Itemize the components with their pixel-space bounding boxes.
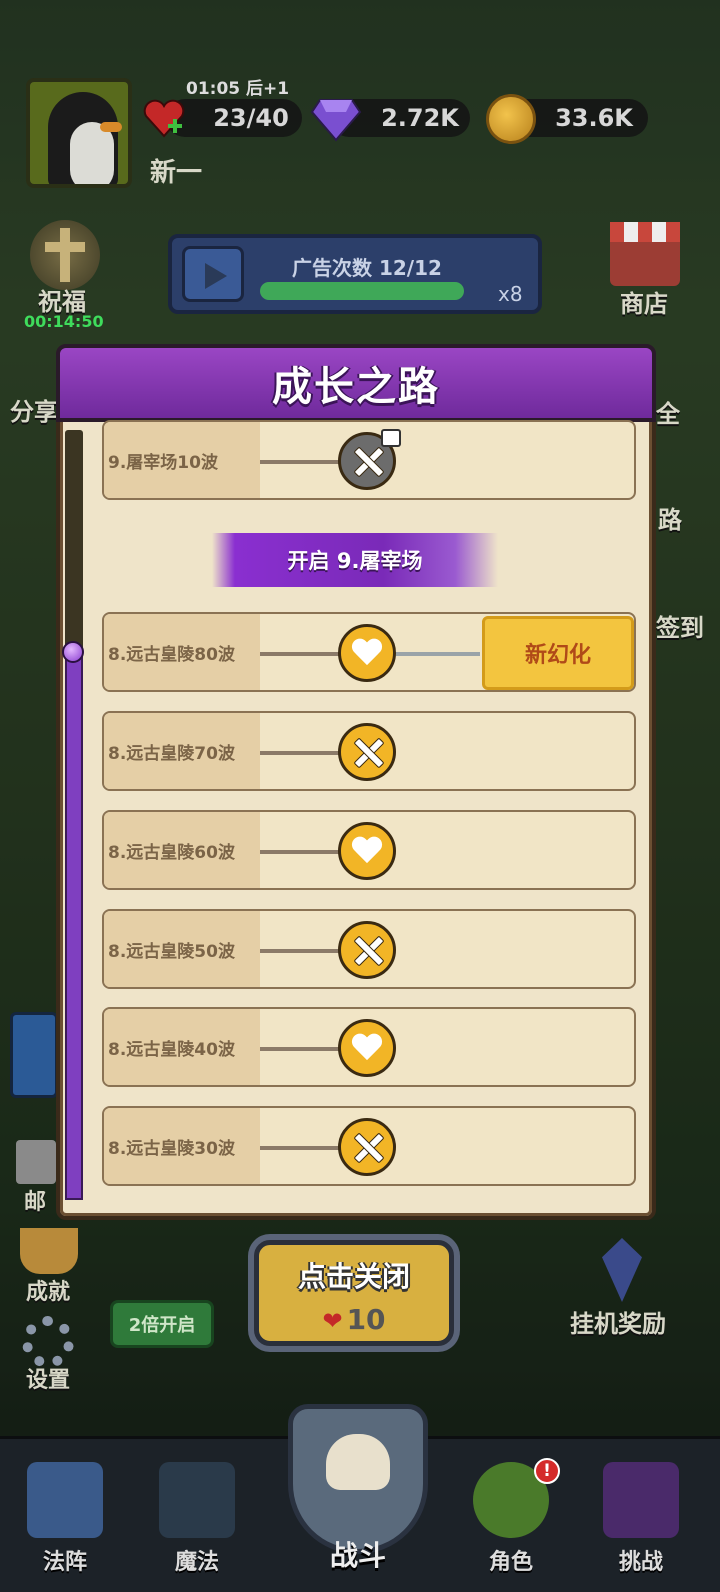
nav-challenge[interactable]: 挑战 bbox=[586, 1446, 696, 1586]
heart-icon: ❤ bbox=[322, 1307, 343, 1335]
shop-icon[interactable] bbox=[610, 222, 680, 286]
nav-formation-label: 法阵 bbox=[42, 1550, 87, 1575]
mail-icon[interactable] bbox=[16, 1140, 56, 1184]
settings-label: 设置 bbox=[26, 1368, 71, 1393]
nav-character-label: 角色 bbox=[488, 1550, 533, 1575]
blessing-timer: 00:14:50 bbox=[24, 312, 104, 331]
close-button[interactable]: 点击关闭 ❤ 10 bbox=[254, 1240, 454, 1346]
character-alert-badge: ! bbox=[534, 1458, 560, 1484]
nav-magic-label: 魔法 bbox=[174, 1550, 219, 1575]
row-label: 8.远古皇陵30波 bbox=[104, 1108, 260, 1184]
panel-title: 成长之路 bbox=[272, 364, 440, 410]
nav-formation[interactable]: 法阵 bbox=[10, 1446, 120, 1586]
road-label[interactable]: 路 bbox=[658, 500, 682, 535]
progress-row: 9.屠宰场10波 bbox=[102, 420, 636, 500]
row-label: 8.远古皇陵70波 bbox=[104, 713, 260, 789]
right-partial-label: 全 bbox=[656, 400, 680, 428]
close-button-cost: ❤ 10 bbox=[322, 1303, 386, 1336]
trophy-icon[interactable] bbox=[20, 1228, 78, 1274]
energy-timer: 01:05 后+1 bbox=[186, 79, 290, 99]
heart-reward-icon[interactable] bbox=[338, 1019, 396, 1077]
heart-reward-icon[interactable] bbox=[338, 624, 396, 682]
lock-icon bbox=[381, 429, 401, 447]
ad-progress-bar bbox=[260, 282, 464, 300]
swords-reward-icon[interactable] bbox=[338, 921, 396, 979]
progress-marker bbox=[62, 641, 84, 663]
progress-row: 8.远古皇陵50波 bbox=[102, 909, 636, 989]
gear-icon[interactable] bbox=[22, 1316, 74, 1368]
shop-label: 商店 bbox=[620, 290, 668, 318]
nav-magic[interactable]: 魔法 bbox=[142, 1446, 252, 1586]
swords-reward-icon[interactable] bbox=[338, 429, 401, 490]
progress-row: 8.远古皇陵60波 bbox=[102, 810, 636, 890]
progress-row: 8.远古皇陵40波 bbox=[102, 1007, 636, 1087]
ad-reward-bar[interactable]: 广告次数 12/12 x8 bbox=[168, 234, 542, 314]
ad-progress-fill bbox=[260, 282, 464, 300]
swords-reward-icon[interactable] bbox=[338, 723, 396, 781]
nav-challenge-label: 挑战 bbox=[618, 1550, 663, 1575]
row-label: 9.屠宰场10波 bbox=[104, 422, 260, 498]
portal-icon bbox=[603, 1462, 679, 1538]
new-skin-reward[interactable]: 新幻化 bbox=[482, 616, 634, 690]
row-label: 8.远古皇陵50波 bbox=[104, 911, 260, 987]
progress-row: 8.远古皇陵80波 新幻化 bbox=[102, 612, 636, 692]
ad-count-label: 广告次数 12/12 bbox=[292, 256, 442, 280]
nav-battle[interactable]: 战斗 bbox=[268, 1394, 448, 1592]
nav-battle-label: 战斗 bbox=[329, 1539, 386, 1572]
progress-row: 8.远古皇陵30波 bbox=[102, 1106, 636, 1186]
energy-value: 23/40 bbox=[213, 104, 289, 132]
formation-icon bbox=[27, 1462, 103, 1538]
blessing-cross-icon[interactable] bbox=[30, 220, 100, 290]
skull-icon bbox=[326, 1434, 390, 1490]
row-label: 8.远古皇陵40波 bbox=[104, 1009, 260, 1085]
left-event-icon[interactable] bbox=[10, 1012, 58, 1098]
player-name: 新一 bbox=[150, 158, 203, 188]
gem-value: 2.72K bbox=[381, 104, 459, 132]
achievement-label: 成就 bbox=[26, 1280, 71, 1305]
row-label: 8.远古皇陵80波 bbox=[104, 614, 260, 690]
panel-header: 成长之路 bbox=[56, 344, 656, 422]
progress-track-fill bbox=[65, 650, 83, 1200]
heart-reward-icon[interactable] bbox=[338, 822, 396, 880]
double-speed-button[interactable]: 2倍开启 bbox=[110, 1300, 214, 1348]
player-avatar[interactable] bbox=[26, 78, 132, 188]
idle-reward-label[interactable]: 挂机奖励 bbox=[570, 1304, 666, 1339]
gem-icon bbox=[310, 99, 362, 142]
close-button-label: 点击关闭 bbox=[297, 1260, 410, 1293]
coin-icon bbox=[486, 94, 536, 144]
video-play-icon bbox=[182, 246, 244, 302]
heart-icon bbox=[143, 99, 185, 138]
share-label[interactable]: 分享 bbox=[10, 392, 58, 427]
energy-counter[interactable]: 23/40 bbox=[166, 99, 302, 137]
mail-label: 邮 bbox=[24, 1190, 47, 1215]
ad-multiplier: x8 bbox=[498, 282, 523, 306]
unlock-banner: 开启 9.屠宰场 bbox=[212, 533, 498, 587]
row-label: 8.远古皇陵60波 bbox=[104, 812, 260, 888]
coin-value: 33.6K bbox=[555, 104, 633, 132]
signin-label[interactable]: 签到 bbox=[656, 608, 704, 643]
progress-row: 8.远古皇陵70波 bbox=[102, 711, 636, 791]
spellbook-icon bbox=[159, 1462, 235, 1538]
swords-reward-icon[interactable] bbox=[338, 1118, 396, 1176]
